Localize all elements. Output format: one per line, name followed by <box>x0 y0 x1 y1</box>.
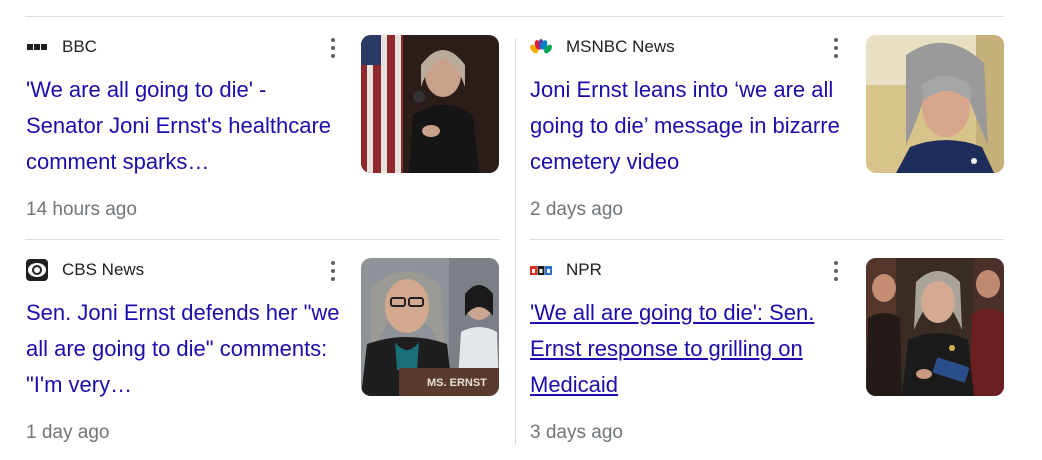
more-options-button[interactable] <box>329 261 337 281</box>
column-divider <box>515 38 516 445</box>
timestamp: 2 days ago <box>530 199 623 220</box>
headline-link[interactable]: Sen. Joni Ernst defends her "we all are … <box>26 295 348 403</box>
source-row: BBC <box>26 35 97 59</box>
thumbnail-image[interactable] <box>866 258 1004 396</box>
headline-link[interactable]: Joni Ernst leans into ‘we are all going … <box>530 72 852 180</box>
top-divider <box>25 16 1004 17</box>
thumbnail-image[interactable]: MS. ERNST <box>361 258 499 396</box>
headline-link[interactable]: 'We are all going to die' - Senator Joni… <box>26 72 348 180</box>
more-options-button[interactable] <box>832 38 840 58</box>
headline-link[interactable]: 'We all are going to die': Sen. Ernst re… <box>530 295 852 403</box>
source-name: BBC <box>62 37 97 56</box>
timestamp: 1 day ago <box>26 422 110 443</box>
source-row: NPR <box>530 258 602 282</box>
source-name: MSNBC News <box>566 37 675 56</box>
cbs-eye-icon <box>26 259 48 281</box>
source-row: MSNBC News <box>530 35 675 59</box>
news-card-npr[interactable]: NPR 'We all are going to die': Sen. Erns… <box>530 258 1004 453</box>
source-row: CBS News <box>26 258 144 282</box>
news-card-cbs[interactable]: CBS News Sen. Joni Ernst defends her "we… <box>26 258 500 453</box>
source-name: CBS News <box>62 260 145 279</box>
thumbnail-image[interactable] <box>361 35 499 173</box>
thumbnail-image[interactable] <box>866 35 1004 173</box>
source-name: NPR <box>566 260 602 279</box>
nameplate-text: MS. ERNST <box>427 377 487 389</box>
news-card-msnbc[interactable]: MSNBC News Joni Ernst leans into ‘we are… <box>530 35 1004 230</box>
news-card-bbc[interactable]: BBC 'We are all going to die' - Senator … <box>26 35 500 230</box>
more-options-button[interactable] <box>832 261 840 281</box>
npr-logo-icon <box>530 259 552 281</box>
row-divider-left <box>25 239 500 240</box>
msnbc-peacock-icon <box>530 36 552 58</box>
bbc-logo-icon <box>26 36 48 58</box>
more-options-button[interactable] <box>329 38 337 58</box>
timestamp: 14 hours ago <box>26 199 137 220</box>
row-divider-right <box>530 239 1004 240</box>
timestamp: 3 days ago <box>530 422 623 443</box>
